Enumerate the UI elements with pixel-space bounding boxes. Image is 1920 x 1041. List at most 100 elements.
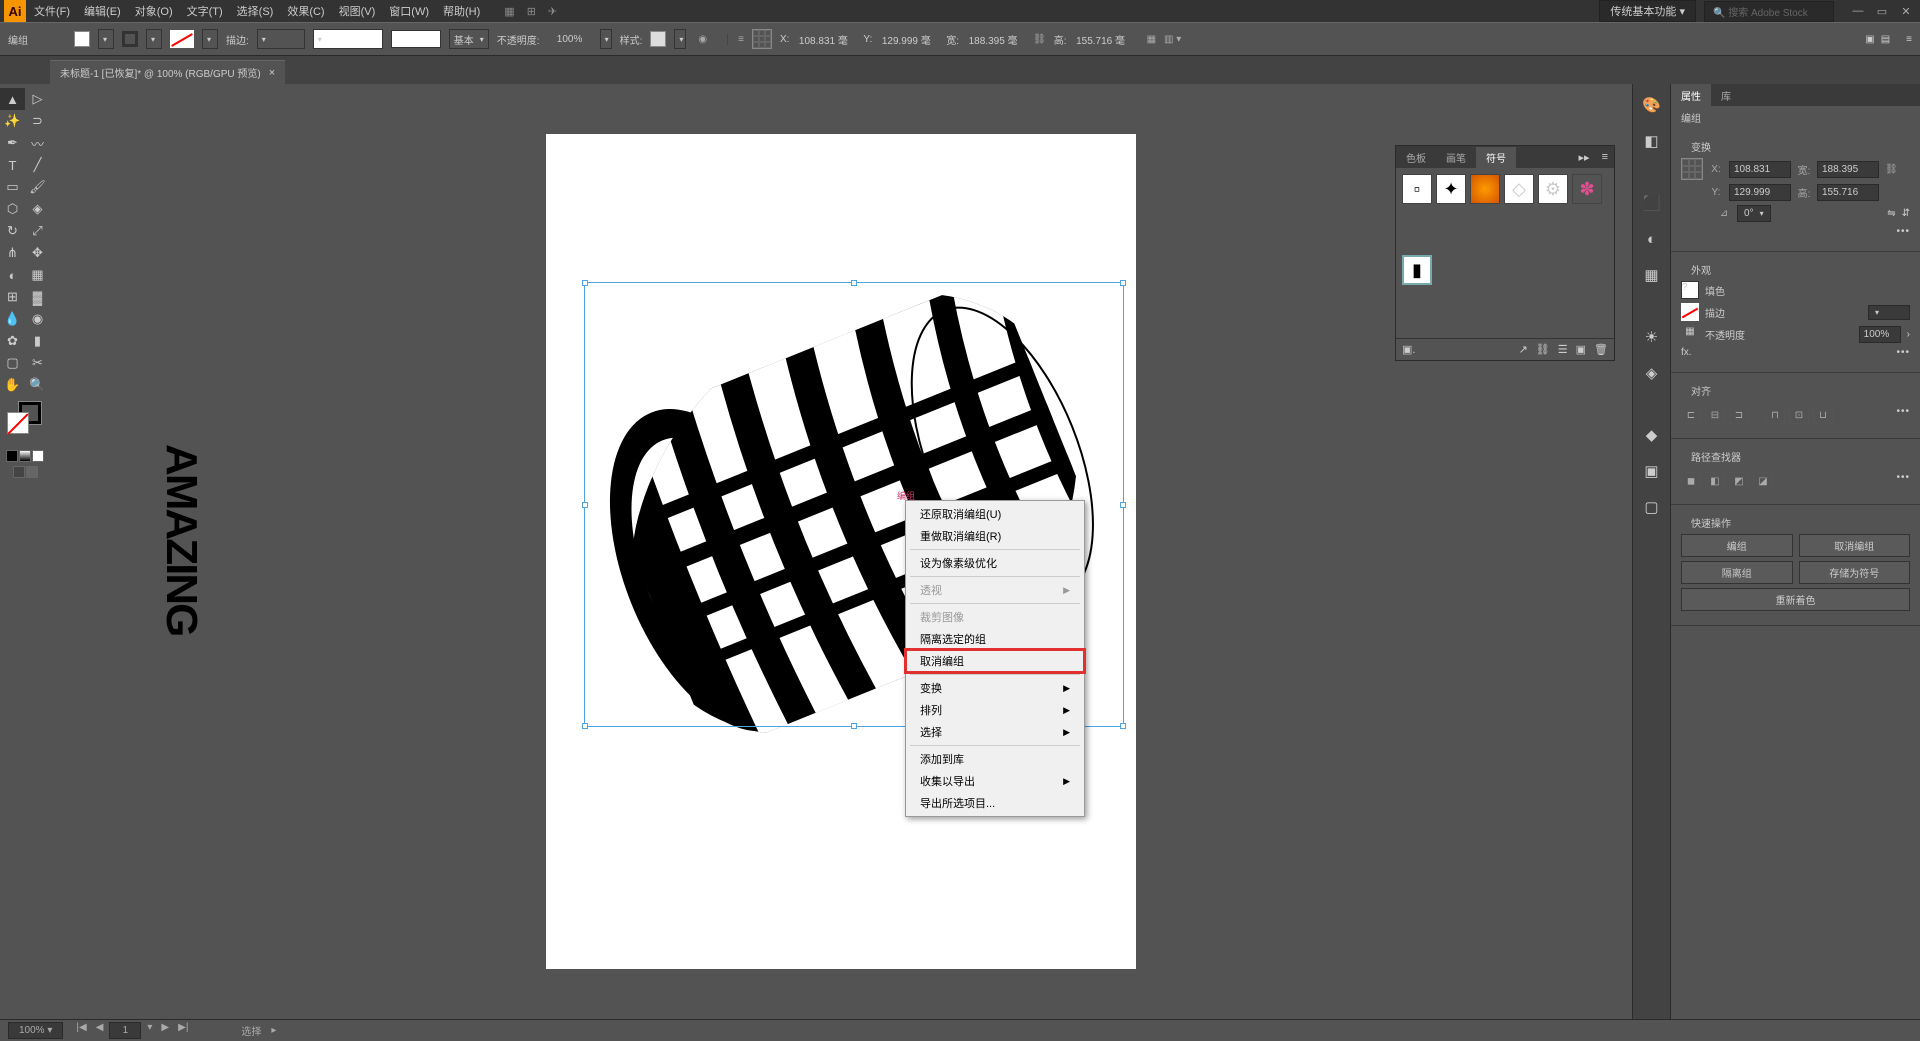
edit-contents-icon[interactable]: ▤ (1881, 34, 1890, 45)
symbol-options-icon[interactable]: ☰ (1558, 343, 1568, 356)
align-bottom-icon[interactable]: ⊔ (1813, 406, 1833, 424)
ungroup-button[interactable]: 取消编组 (1799, 534, 1911, 557)
next-artboard-icon[interactable]: ▶ (158, 1022, 172, 1039)
direct-selection-tool[interactable]: ▷ (25, 88, 50, 110)
workspace-dropdown[interactable]: 传统基本功能 ▾ (1599, 0, 1696, 22)
unite-icon[interactable]: ◼ (1681, 472, 1701, 490)
cm-pixel-perfect[interactable]: 设为像素级优化 (906, 552, 1084, 574)
opacity-input[interactable] (548, 30, 592, 48)
style-swatch[interactable] (650, 31, 666, 47)
artboards-panel-icon[interactable]: ▢ (1641, 496, 1663, 518)
libraries-tab[interactable]: 库 (1711, 84, 1741, 106)
save-as-symbol-button[interactable]: 存储为符号 (1799, 561, 1911, 584)
h-input[interactable] (1069, 30, 1133, 48)
pp-stroke-weight[interactable] (1868, 305, 1910, 320)
break-link-icon[interactable]: ⛓ (1536, 343, 1550, 356)
none-mode-icon[interactable] (32, 450, 44, 462)
minimize-button[interactable]: — (1848, 3, 1868, 19)
exclude-icon[interactable]: ◪ (1753, 472, 1773, 490)
selection-handle[interactable] (582, 280, 588, 286)
stroke-panel-icon[interactable]: ⬛ (1641, 192, 1663, 214)
color-panel-icon[interactable]: 🎨 (1641, 94, 1663, 116)
menu-type[interactable]: 文字(T) (181, 1, 229, 21)
lasso-tool[interactable]: ⊃ (25, 110, 50, 132)
menu-window[interactable]: 窗口(W) (383, 1, 435, 21)
flip-h-icon[interactable]: ⇋ (1887, 208, 1895, 219)
brush-preview[interactable] (391, 30, 441, 48)
align-top-icon[interactable]: ⊓ (1765, 406, 1785, 424)
panel-collapse-icon[interactable]: ▸▸ (1573, 151, 1596, 164)
fx-label[interactable]: fx. (1681, 347, 1692, 358)
line-tool[interactable]: ╱ (25, 154, 50, 176)
fill-stroke-control[interactable] (5, 402, 45, 442)
style-dropdown[interactable] (674, 29, 686, 49)
gpu-icon[interactable]: ✈ (548, 5, 557, 18)
change-screen-icon[interactable] (26, 466, 38, 478)
fill-box[interactable] (7, 412, 29, 434)
eyedropper-tool[interactable]: 💧 (0, 308, 25, 330)
swatches-tab[interactable]: 色板 (1396, 147, 1436, 168)
symbol-item[interactable]: ✽ (1572, 174, 1602, 204)
pp-opacity-input[interactable] (1859, 326, 1901, 343)
arrange-docs-icon[interactable]: ⊞ (527, 5, 536, 18)
graphic-styles-icon[interactable]: ◈ (1641, 362, 1663, 384)
align-left-icon[interactable]: ⊏ (1681, 406, 1701, 424)
isolate-button[interactable]: 隔离组 (1681, 561, 1793, 584)
cm-export-selection[interactable]: 导出所选项目... (906, 792, 1084, 814)
isolate-icon[interactable]: ▣ (1865, 34, 1874, 45)
pathfinder-more[interactable]: ••• (1896, 472, 1910, 490)
cm-select[interactable]: 选择▶ (906, 721, 1084, 743)
x-input[interactable] (791, 30, 855, 48)
asset-export-icon[interactable]: ▣ (1641, 460, 1663, 482)
shape-mode-icon[interactable]: ▦ (1147, 34, 1156, 45)
gradient-mode-icon[interactable] (19, 450, 31, 462)
menu-effect[interactable]: 效果(C) (281, 1, 330, 21)
selection-tool[interactable]: ▲ (0, 88, 25, 110)
rectangle-tool[interactable]: ▭ (0, 176, 25, 198)
zoom-tool[interactable]: 🔍 (25, 374, 50, 396)
cm-ungroup[interactable]: 取消编组 (906, 650, 1084, 672)
selection-handle[interactable] (1120, 502, 1126, 508)
panel-menu-icon[interactable]: ≡ (1906, 34, 1912, 45)
symbol-item[interactable]: ▮ (1402, 255, 1432, 285)
perspective-grid-tool[interactable]: ▦ (25, 264, 50, 286)
width-tool[interactable]: ⋔ (0, 242, 25, 264)
symbol-sprayer-tool[interactable]: ✿ (0, 330, 25, 352)
delete-symbol-icon[interactable]: 🗑 (1594, 343, 1608, 356)
intersect-icon[interactable]: ◩ (1729, 472, 1749, 490)
minus-front-icon[interactable]: ◧ (1705, 472, 1725, 490)
pp-y-input[interactable] (1729, 184, 1791, 201)
no-fill-icon[interactable] (170, 30, 194, 48)
align-vcenter-icon[interactable]: ⊡ (1789, 406, 1809, 424)
fill-dropdown[interactable] (98, 29, 114, 49)
selection-handle[interactable] (582, 723, 588, 729)
hand-tool[interactable]: ✋ (0, 374, 25, 396)
reference-point[interactable] (752, 29, 772, 49)
scale-tool[interactable]: ⤢ (25, 220, 50, 242)
pp-reference-point[interactable] (1681, 158, 1703, 180)
group-button[interactable]: 编组 (1681, 534, 1793, 557)
pp-x-input[interactable] (1729, 161, 1791, 178)
type-tool[interactable]: T (0, 154, 25, 176)
link-wh-icon[interactable]: ⛓ (1033, 34, 1046, 45)
free-transform-tool[interactable]: ✥ (25, 242, 50, 264)
layers-panel-icon[interactable]: ◆ (1641, 424, 1663, 446)
gradient-panel-icon[interactable]: ◐ (1641, 228, 1663, 250)
screen-mode-icon[interactable] (13, 466, 25, 478)
last-artboard-icon[interactable]: ▶| (175, 1022, 191, 1039)
menu-help[interactable]: 帮助(H) (437, 1, 486, 21)
gradient-tool[interactable]: ▓ (25, 286, 50, 308)
panel-menu-icon[interactable]: ≡ (1596, 151, 1614, 163)
brush-def-dropdown[interactable]: 基本 (449, 29, 489, 49)
cm-collect-for-export[interactable]: 收集以导出▶ (906, 770, 1084, 792)
document-tab-close[interactable]: × (269, 67, 275, 79)
w-input[interactable] (961, 30, 1025, 48)
appearance-more[interactable]: ••• (1896, 347, 1910, 358)
recolor-icon[interactable]: ◉ (698, 34, 707, 45)
symbols-tab[interactable]: 符号 (1476, 147, 1516, 168)
stroke-weight-dropdown[interactable] (257, 29, 305, 49)
rotate-tool[interactable]: ↻ (0, 220, 25, 242)
adobe-stock-search[interactable]: 🔍 搜索 Adobe Stock (1704, 1, 1834, 22)
maximize-button[interactable]: ▭ (1872, 3, 1892, 19)
prev-artboard-icon[interactable]: ◀ (93, 1022, 107, 1039)
